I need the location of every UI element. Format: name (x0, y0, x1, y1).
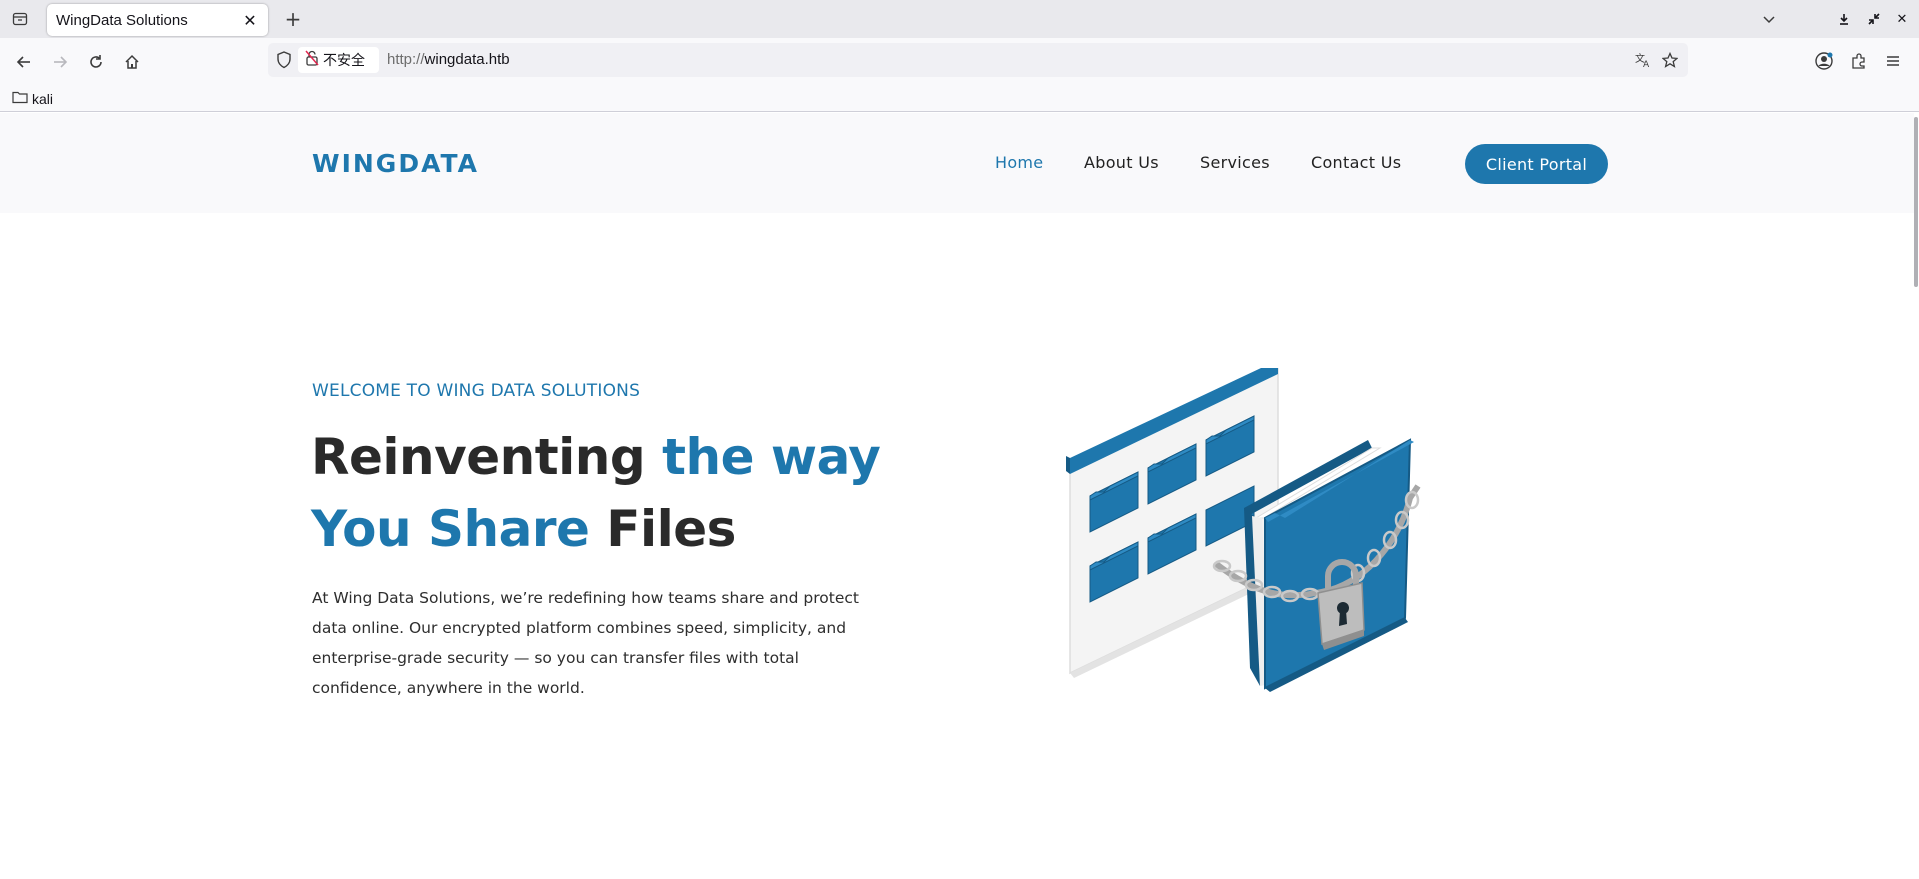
locked-folder-illustration (1066, 368, 1421, 692)
tab-list-icon[interactable] (10, 9, 30, 29)
nav-link-services[interactable]: Services (1200, 153, 1270, 172)
chevron-down-icon[interactable] (1758, 8, 1780, 30)
bookmark-label: kali (32, 90, 54, 107)
nav-link-contact[interactable]: Contact Us (1311, 153, 1401, 172)
insecure-lock-icon (305, 50, 319, 70)
page-scrollbar[interactable] (1914, 117, 1918, 287)
translate-icon[interactable]: 文A (1633, 50, 1653, 70)
close-window-icon[interactable]: ✕ (1892, 9, 1912, 29)
svg-text:A: A (1643, 60, 1650, 68)
client-portal-button[interactable]: Client Portal (1465, 144, 1608, 184)
navigation-toolbar: 不安全 http://wingdata.htb 文A (0, 38, 1919, 84)
active-tab[interactable]: WingData Solutions ✕ (47, 4, 268, 36)
insecure-label: 不安全 (323, 53, 365, 69)
account-icon[interactable] (1812, 49, 1836, 73)
menu-icon[interactable] (1881, 49, 1905, 73)
shield-icon[interactable] (276, 51, 292, 73)
hero-kicker: WELCOME TO WING DATA SOLUTIONS (312, 381, 641, 401)
back-icon[interactable] (11, 49, 37, 75)
tab-title: WingData Solutions (56, 11, 188, 29)
restore-icon[interactable] (1864, 9, 1884, 29)
new-tab-icon[interactable]: + (282, 7, 304, 31)
url-text[interactable]: http://wingdata.htb (387, 51, 510, 68)
minimize-icon[interactable] (1834, 9, 1854, 29)
hero-title-part1: Reinventing (311, 428, 663, 486)
forward-icon[interactable] (47, 49, 73, 75)
page-viewport: WINGDATA Home About Us Services Contact … (0, 113, 1919, 879)
hero-title: Reinventing the way You Share Files (311, 421, 931, 565)
site-header: WINGDATA Home About Us Services Contact … (0, 113, 1914, 213)
hero-title-part3: You Share (311, 500, 590, 558)
tab-close-icon[interactable]: ✕ (240, 10, 260, 30)
home-icon[interactable] (119, 49, 145, 75)
hero-description: At Wing Data Solutions, we’re redefining… (312, 589, 859, 697)
hero-title-part2: the way (662, 428, 881, 486)
extensions-icon[interactable] (1847, 49, 1871, 73)
bookmark-star-icon[interactable] (1660, 50, 1680, 70)
url-bar[interactable]: 不安全 http://wingdata.htb 文A (268, 43, 1688, 77)
nav-link-about[interactable]: About Us (1084, 153, 1159, 172)
bookmark-folder-kali[interactable]: kali (12, 89, 53, 108)
folder-icon (12, 89, 28, 108)
connection-insecure-badge[interactable]: 不安全 (298, 47, 379, 73)
url-scheme: http:// (387, 51, 425, 68)
tab-bar: WingData Solutions ✕ + ✕ (0, 0, 1919, 38)
hero-title-part4: Files (589, 500, 736, 558)
bookmarks-bar: kali (0, 84, 1919, 112)
nav-link-home[interactable]: Home (995, 153, 1043, 172)
url-host: wingdata.htb (424, 51, 510, 68)
site-logo[interactable]: WINGDATA (312, 149, 479, 178)
reload-icon[interactable] (83, 49, 109, 75)
